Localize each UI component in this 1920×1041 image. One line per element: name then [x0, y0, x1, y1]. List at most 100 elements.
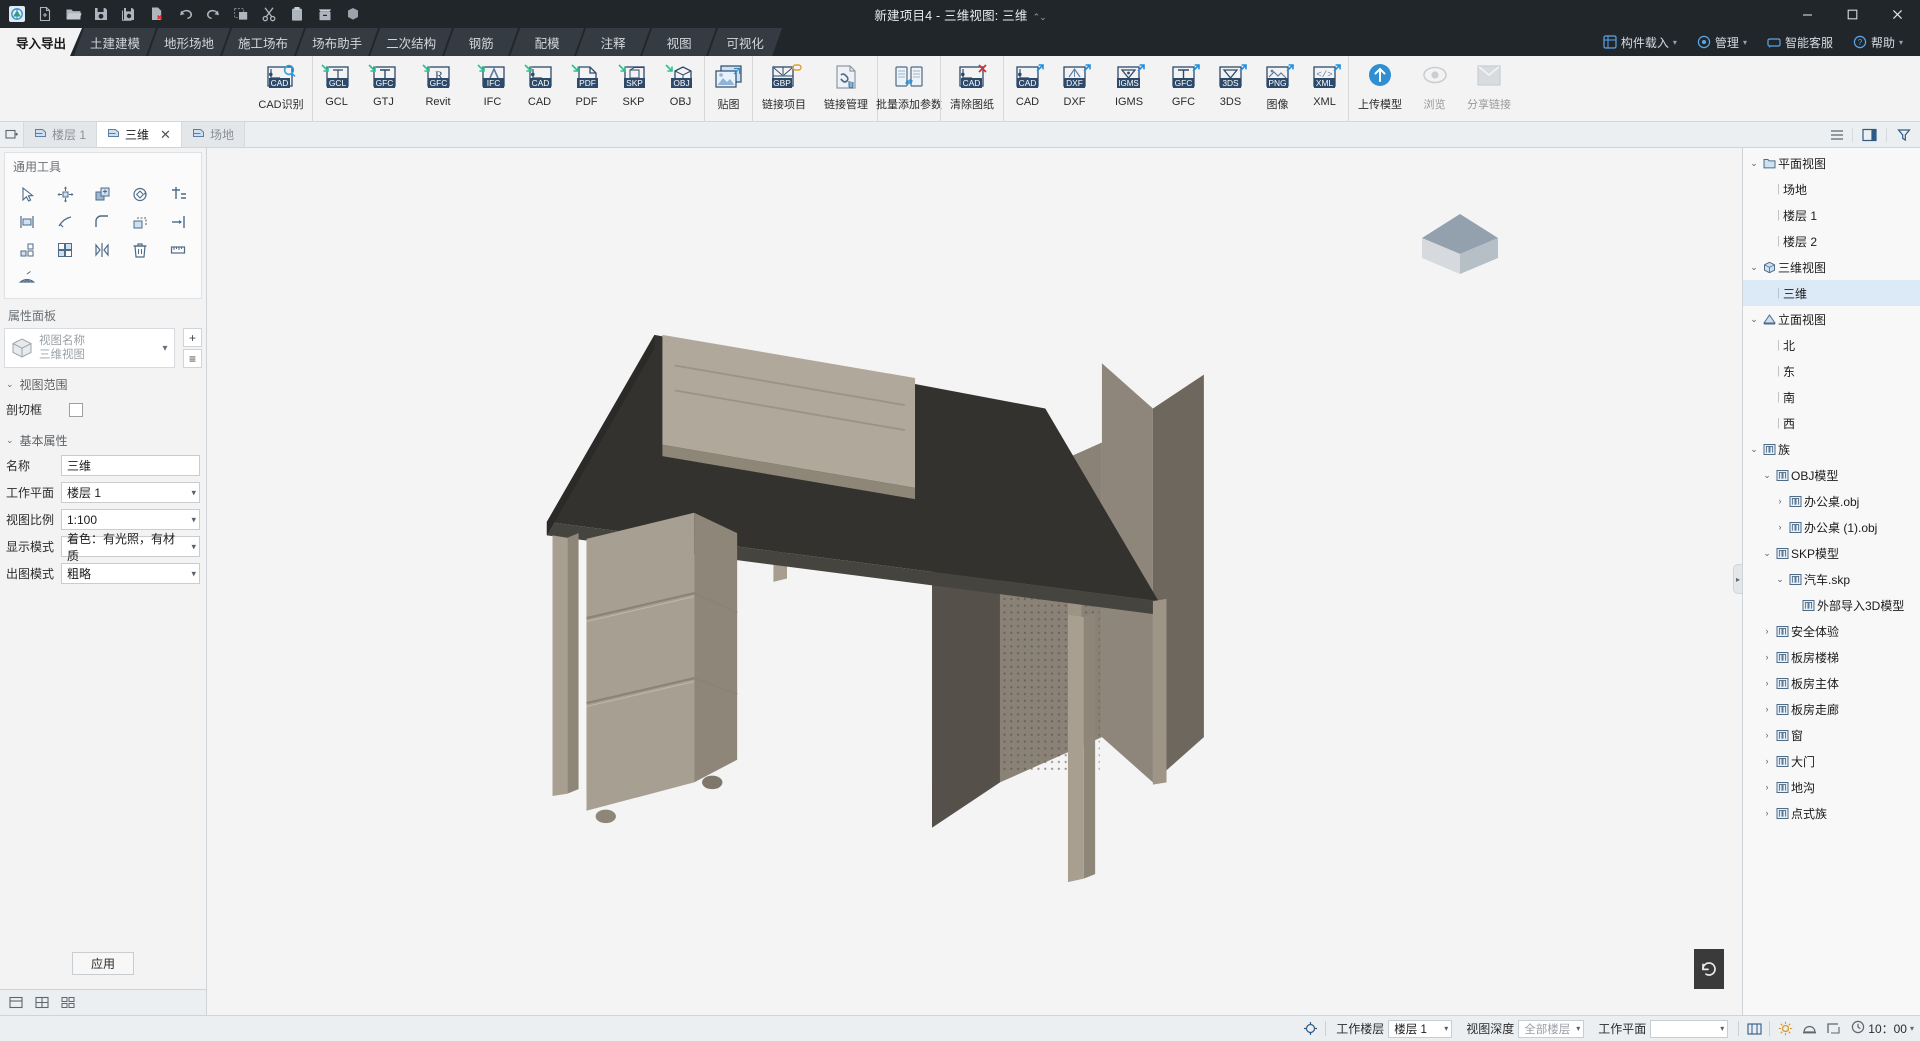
multi-view-icon[interactable]: [56, 992, 80, 1014]
copy-icon[interactable]: [228, 2, 254, 26]
new-file-icon[interactable]: [32, 2, 58, 26]
chevron-down-icon[interactable]: ⌄: [1760, 548, 1774, 559]
save-icon[interactable]: [88, 2, 114, 26]
ribbon-item-CAD[interactable]: CAD CAD: [1004, 56, 1051, 121]
chevron-right-icon[interactable]: ›: [1760, 808, 1774, 818]
tree-node-楼层 1[interactable]: | 楼层 1: [1743, 202, 1920, 228]
property-field-视图比例[interactable]: 1:100 ▾: [61, 509, 200, 530]
close-icon[interactable]: ✕: [160, 127, 171, 143]
ribbon-tab-9[interactable]: 视图: [642, 28, 716, 56]
ribbon-tab-5[interactable]: 二次结构: [370, 28, 452, 56]
tree-node-板房主体[interactable]: › 板房主体: [1743, 670, 1920, 696]
tree-node-办公桌.obj[interactable]: › 办公桌.obj: [1743, 488, 1920, 514]
chevron-down-icon[interactable]: ▾: [191, 568, 196, 579]
ribbon-item-3DS[interactable]: 3DS 3DS: [1207, 56, 1254, 121]
tree-node-板房楼梯[interactable]: › 板房楼梯: [1743, 644, 1920, 670]
ribbon-item-链接项目[interactable]: GBP 链接项目: [753, 56, 815, 121]
copy-tool[interactable]: [84, 180, 122, 208]
ribbon-item-IFC[interactable]: IFC IFC: [469, 56, 516, 121]
chevron-down-icon[interactable]: ▾: [191, 514, 196, 525]
menu-icon[interactable]: [1822, 129, 1852, 141]
archive-icon[interactable]: [312, 2, 338, 26]
ribbon-item-SKP[interactable]: SKP SKP: [610, 56, 657, 121]
ribbon-item-分享链接[interactable]: 分享链接: [1458, 56, 1520, 121]
view-options-button[interactable]: ≡: [183, 349, 202, 368]
property-field-显示模式[interactable]: 着色：有光照，有材质 ▾: [61, 532, 200, 563]
panel-layout-icon[interactable]: [1852, 127, 1886, 142]
work-floor-select[interactable]: 楼层 1 ▾: [1388, 1019, 1453, 1038]
tree-node-立面视图[interactable]: ⌄ 立面视图: [1743, 306, 1920, 332]
tree-node-点式族[interactable]: › 点式族: [1743, 800, 1920, 826]
snap-icon[interactable]: [1742, 1016, 1766, 1041]
restore-window-icon[interactable]: [0, 122, 24, 147]
app-logo-icon[interactable]: [4, 2, 30, 26]
crosshair-icon[interactable]: [1298, 1016, 1322, 1041]
ribbon-tab-7[interactable]: 配模: [510, 28, 584, 56]
ribbon-tab-6[interactable]: 钢筋: [444, 28, 518, 56]
move-tool[interactable]: [47, 180, 85, 208]
ribbon-item-上传模型[interactable]: 上传模型: [1349, 56, 1411, 121]
fillet-tool[interactable]: [84, 208, 122, 236]
save-as-icon[interactable]: [116, 2, 142, 26]
tree-node-办公桌 (1).obj[interactable]: › 办公桌 (1).obj: [1743, 514, 1920, 540]
tree-node-三维[interactable]: | 三维: [1743, 280, 1920, 306]
ribbon-item-OBJ[interactable]: OBJ OBJ: [657, 56, 704, 121]
tree-node-OBJ模型[interactable]: ⌄ OBJ模型: [1743, 462, 1920, 488]
tree-node-外部导入3D模型[interactable]: 外部导入3D模型: [1743, 592, 1920, 618]
rotate-tool[interactable]: [122, 180, 160, 208]
chevron-down-icon[interactable]: ⌄: [6, 435, 14, 446]
ribbon-tab-2[interactable]: 地形场地: [148, 28, 230, 56]
tree-node-族[interactable]: ⌄ 族: [1743, 436, 1920, 462]
right-menu-1[interactable]: 管理 ▾: [1688, 30, 1756, 54]
angle-tool[interactable]: [9, 264, 47, 292]
measure-tool[interactable]: [159, 236, 197, 264]
right-menu-0[interactable]: 构件载入 ▾: [1594, 30, 1686, 54]
ribbon-item-GCL[interactable]: GCL GCL: [313, 56, 360, 121]
sun-icon[interactable]: [1797, 1016, 1821, 1041]
house-navigation-icon[interactable]: [1414, 208, 1506, 283]
section-header-视图范围[interactable]: ⌄ 视图范围: [0, 368, 206, 397]
chevron-right-icon[interactable]: ›: [1760, 704, 1774, 714]
ribbon-item-GTJ[interactable]: GFC GTJ: [360, 56, 407, 121]
cut-icon[interactable]: [256, 2, 282, 26]
tree-node-SKP模型[interactable]: ⌄ SKP模型: [1743, 540, 1920, 566]
chevron-down-icon[interactable]: ▾: [1910, 1024, 1914, 1033]
paste-icon[interactable]: [284, 2, 310, 26]
tree-node-北[interactable]: | 北: [1743, 332, 1920, 358]
block-icon[interactable]: [340, 2, 366, 26]
extend-tool[interactable]: [159, 208, 197, 236]
ribbon-item-Revit[interactable]: R GFC Revit: [407, 56, 469, 121]
layout-view-icon[interactable]: [4, 992, 28, 1014]
split-tool[interactable]: [47, 208, 85, 236]
view-tab-场地[interactable]: 场地: [181, 122, 245, 147]
tree-node-地沟[interactable]: › 地沟: [1743, 774, 1920, 800]
ribbon-item-贴图[interactable]: 贴图: [705, 56, 752, 121]
minimize-button[interactable]: [1785, 0, 1830, 28]
chevron-down-icon[interactable]: ▾: [1576, 1024, 1580, 1033]
view-tab-三维[interactable]: 三维 ✕: [97, 122, 182, 147]
ribbon-item-批量添加参数[interactable]: 批量添加参数: [876, 56, 942, 121]
chevron-down-icon[interactable]: ⌄: [1747, 314, 1761, 325]
redo-icon[interactable]: [200, 2, 226, 26]
add-view-button[interactable]: +: [183, 328, 202, 347]
filter-icon[interactable]: [1886, 127, 1920, 142]
3d-viewport[interactable]: ▸: [207, 148, 1742, 1015]
group-tool[interactable]: [47, 236, 85, 264]
grid-view-icon[interactable]: [30, 992, 54, 1014]
ribbon-item-PDF[interactable]: PDF PDF: [563, 56, 610, 121]
brightness-icon[interactable]: [1773, 1016, 1797, 1041]
ribbon-item-图像[interactable]: PNG 图像: [1254, 56, 1301, 121]
property-field-名称[interactable]: 三维: [61, 455, 200, 476]
chevron-right-icon[interactable]: ›: [1760, 756, 1774, 766]
close-file-icon[interactable]: [144, 2, 170, 26]
ribbon-item-IGMS[interactable]: IGMS IGMS: [1098, 56, 1160, 121]
tree-node-安全体验[interactable]: › 安全体验: [1743, 618, 1920, 644]
ribbon-tab-3[interactable]: 施工场布: [222, 28, 304, 56]
ribbon-item-CAD识别[interactable]: CAD CAD识别: [250, 56, 312, 121]
trim-tool[interactable]: [159, 180, 197, 208]
chevron-down-icon[interactable]: ▾: [191, 541, 196, 552]
property-field-工作平面[interactable]: 楼层 1 ▾: [61, 482, 200, 503]
chevron-down-icon[interactable]: ⌄: [1747, 262, 1761, 273]
ribbon-item-GFC[interactable]: GFC GFC: [1160, 56, 1207, 121]
chevron-down-icon[interactable]: ▾: [191, 487, 196, 498]
